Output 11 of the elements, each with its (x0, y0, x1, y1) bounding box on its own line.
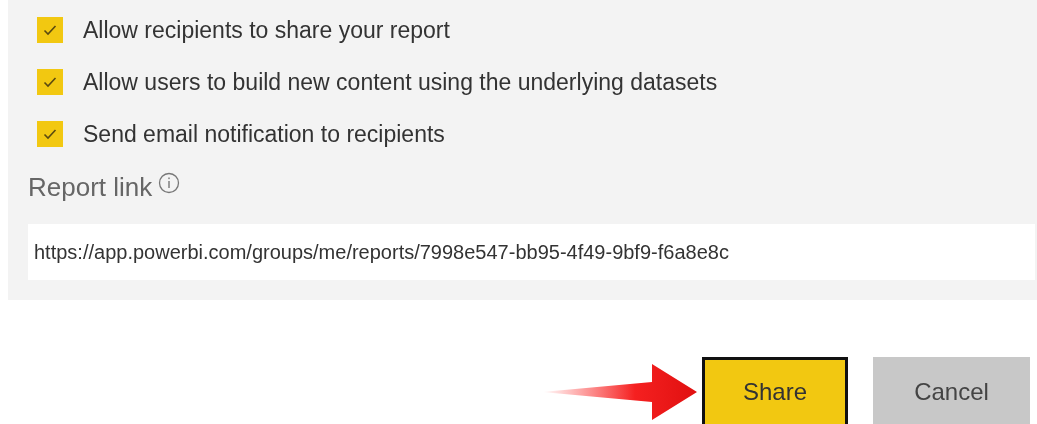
field-label: Report link (28, 172, 153, 203)
checkbox[interactable] (37, 69, 63, 95)
checkbox-label: Send email notification to recipients (83, 120, 445, 148)
share-button[interactable]: Share (702, 357, 848, 424)
cancel-button[interactable]: Cancel (873, 357, 1030, 424)
checkbox-label: Allow users to build new content using the underlying datasets (83, 68, 718, 96)
info-icon (158, 172, 181, 194)
checkbox-label: Allow recipients to share your report (83, 16, 450, 44)
checkbox[interactable] (37, 121, 63, 147)
report-link-field[interactable]: https://app.powerbi.com/groups/me/reports/7998e547-bb95-4f49-9bf9-f6a8e8c (28, 224, 1035, 280)
checkbox[interactable] (37, 17, 63, 43)
